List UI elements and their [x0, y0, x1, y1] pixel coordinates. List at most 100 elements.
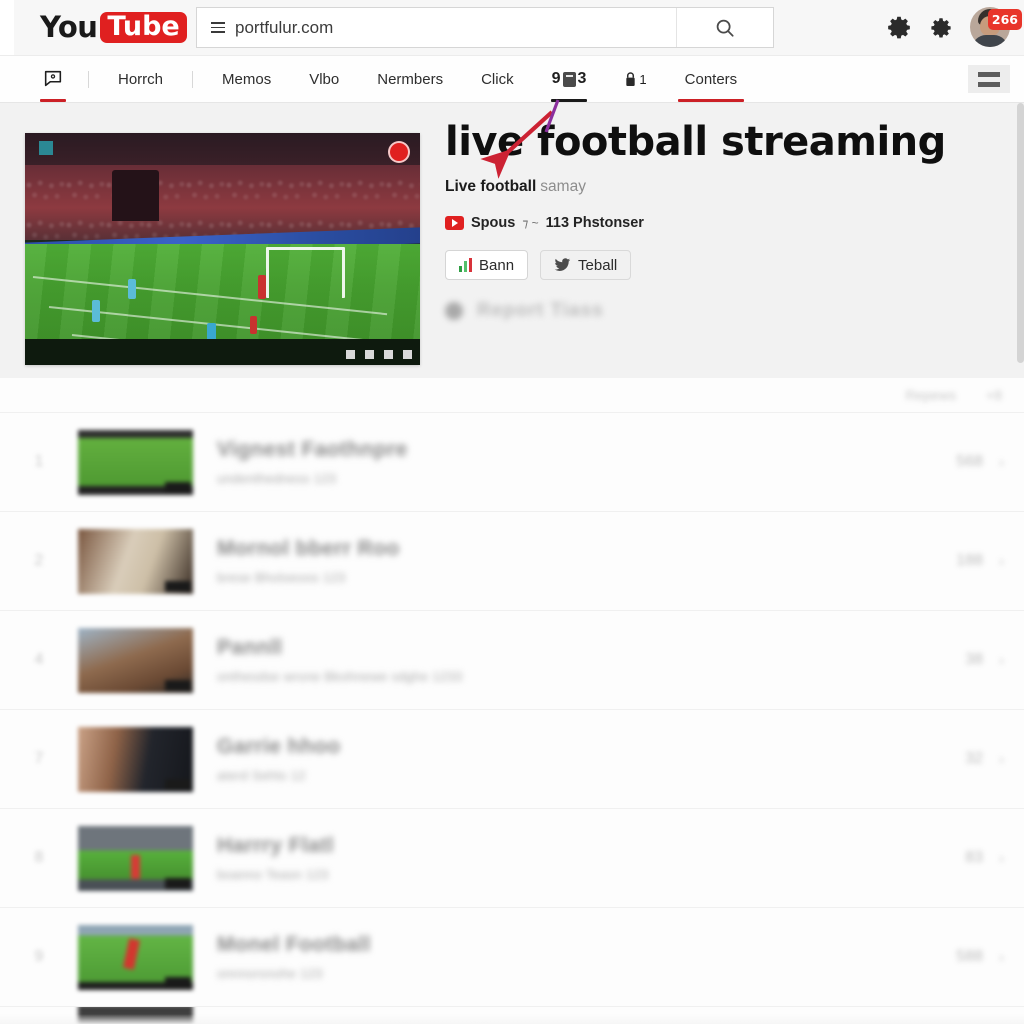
- table-row[interactable]: 8 Harrry Flatl boanno Teasn 123 83 ›: [0, 808, 1024, 907]
- bann-button-label: Bann: [479, 256, 515, 274]
- nav-item-horrch[interactable]: Horrch: [99, 56, 182, 102]
- avatar[interactable]: 266: [970, 7, 1022, 49]
- overlay-badge-icon: [39, 141, 53, 155]
- nav-item-memos[interactable]: Memos: [203, 56, 290, 102]
- secondary-cta[interactable]: Report Tiass: [445, 300, 1004, 322]
- nav-item-label: Nermbers: [377, 70, 444, 88]
- row-count: 588: [956, 948, 983, 965]
- bann-button[interactable]: Bann: [445, 250, 529, 281]
- row-count: 83: [965, 849, 983, 866]
- hero-subtitle-bold: Live football: [445, 178, 537, 196]
- hero-button-group: Bann Teball: [445, 250, 1004, 281]
- chevron-right-icon[interactable]: ›: [999, 949, 1004, 966]
- row-thumbnail[interactable]: [78, 726, 193, 792]
- row-subtitle: boanno Teasn 123: [217, 867, 329, 882]
- nav-active-underline: [40, 99, 66, 102]
- row-duration-badge: [165, 679, 191, 691]
- logo-you-text: You: [40, 9, 98, 44]
- player-controls-bar[interactable]: [25, 339, 420, 365]
- hero-subtitle-muted: samay: [540, 178, 586, 196]
- table-row[interactable]: 2 Mornol bberr Roo brese Bholoeoos 123 1…: [0, 511, 1024, 610]
- search-button[interactable]: [677, 8, 773, 47]
- nav-item-nermbers[interactable]: Nermbers: [358, 56, 462, 102]
- row-subtitle: undenthedness 123: [217, 471, 337, 486]
- nav-item-label: Horrch: [118, 70, 164, 88]
- video-thumbnail[interactable]: [25, 133, 420, 365]
- video-list: Repews +8 1 Vignest Faothnpre undenthedn…: [0, 378, 1024, 1024]
- table-row[interactable]: 7 Garrie hhoo aterd Sehlo 12 32 ›: [0, 709, 1024, 808]
- nav-item-conters[interactable]: Conters: [666, 56, 757, 102]
- row-title: Monel Football: [217, 933, 371, 956]
- nav-items: Horrch Memos Vlbo Nermbers Click 9 3 1 C…: [0, 56, 756, 102]
- row-thumbnail[interactable]: [78, 825, 193, 891]
- search-input[interactable]: portfulur.com: [197, 8, 677, 47]
- teball-button[interactable]: Teball: [540, 250, 632, 281]
- row-text: Harrry Flatl boanno Teasn 123: [193, 834, 965, 882]
- scrollbar[interactable]: [1017, 103, 1024, 1024]
- row-stats: 568 ›: [956, 453, 1004, 471]
- tunnel-layer: [111, 170, 160, 222]
- row-stats: 32 ›: [965, 750, 1004, 768]
- goal-post: [265, 246, 345, 298]
- hamburger-menu-button[interactable]: [968, 65, 1010, 93]
- chevron-right-icon[interactable]: ›: [999, 454, 1004, 471]
- chevron-right-icon[interactable]: ›: [999, 652, 1004, 669]
- gear-icon[interactable]: [930, 17, 952, 39]
- nav-item-click[interactable]: Click: [462, 56, 533, 102]
- left-gutter: [0, 0, 14, 55]
- row-thumbnail[interactable]: [78, 627, 193, 693]
- nav-active-underline: [677, 99, 745, 102]
- scrollbar-thumb[interactable]: [1017, 103, 1024, 363]
- chevron-right-icon[interactable]: ›: [999, 553, 1004, 570]
- row-number: 9: [34, 948, 44, 965]
- nav-divider: [192, 70, 194, 88]
- row-text: Monel Football onnnorsnohe 123: [193, 933, 956, 981]
- row-duration-badge: [165, 877, 191, 889]
- row-thumbnail[interactable]: [78, 528, 193, 594]
- nav-item-locked[interactable]: 1: [605, 56, 665, 102]
- player-marker: [258, 274, 267, 299]
- player-marker: [92, 300, 101, 323]
- nav-divider: [88, 70, 89, 88]
- row-count: 188: [956, 552, 983, 569]
- table-row[interactable]: 4 Pannll onthesdse wrone Bkohnewe sdghe …: [0, 610, 1024, 709]
- nav-counter-left: 9: [551, 70, 561, 87]
- channel-meta[interactable]: Spous ⁊ ~ 113 Phstonser: [445, 215, 1004, 231]
- row-title: Garrie hhoo: [217, 735, 341, 758]
- search-input-value: portfulur.com: [235, 17, 334, 37]
- pitch-layer: [25, 244, 420, 365]
- chevron-right-icon[interactable]: ›: [999, 751, 1004, 768]
- list-header-left: Repews: [905, 387, 957, 403]
- logo-tube-text: Tube: [100, 11, 187, 43]
- search-bar[interactable]: portfulur.com: [196, 7, 774, 48]
- row-subtitle: brese Bholoeoos 123: [217, 570, 346, 585]
- nav-bar: Horrch Memos Vlbo Nermbers Click 9 3 1 C…: [0, 56, 1024, 103]
- channel-separator: ⁊ ~: [522, 216, 539, 231]
- bar-chart-icon: [459, 258, 472, 273]
- row-text: Mornol bberr Roo brese Bholoeoos 123: [193, 537, 956, 585]
- row-title: Mornol bberr Roo: [217, 537, 400, 560]
- nav-lock-count: 1: [639, 71, 647, 87]
- youtube-logo[interactable]: You Tube: [40, 10, 187, 44]
- nav-item-counter[interactable]: 9 3: [533, 56, 606, 102]
- list-header-right: +8: [986, 387, 1002, 403]
- gear-icon[interactable]: [886, 15, 912, 41]
- hamburger-icon[interactable]: [211, 22, 225, 33]
- control-dots: [346, 350, 412, 359]
- row-subtitle: aterd Sehlo 12: [217, 768, 306, 783]
- row-number: 1: [34, 453, 44, 470]
- nav-lock-group: 1: [624, 71, 647, 88]
- teball-button-label: Teball: [578, 256, 618, 274]
- nav-item-chat[interactable]: [28, 56, 78, 102]
- row-thumbnail[interactable]: [78, 924, 193, 990]
- nav-item-vlbo[interactable]: Vlbo: [290, 56, 358, 102]
- chevron-right-icon[interactable]: ›: [999, 850, 1004, 867]
- row-thumbnail[interactable]: [78, 429, 193, 495]
- notification-badge: 266: [987, 9, 1022, 30]
- chat-bubble-icon: [44, 70, 62, 87]
- page-root: You Tube portfulur.com 266 Horrch Memos …: [0, 0, 1024, 1024]
- channel-name: Spous: [471, 215, 516, 232]
- table-row[interactable]: 9 Monel Football onnnorsnohe 123 588 ›: [0, 907, 1024, 1006]
- table-row[interactable]: 1 Vignest Faothnpre undenthedness 123 56…: [0, 412, 1024, 511]
- hero-details: live football streaming Live football sam…: [445, 120, 1004, 322]
